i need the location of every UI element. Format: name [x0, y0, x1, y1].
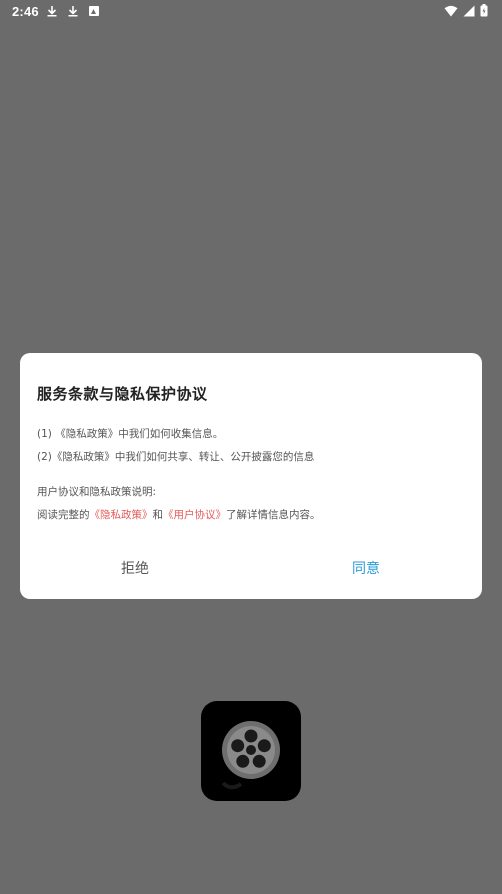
photo-icon [89, 6, 99, 16]
user-agreement-link[interactable]: 《用户协议》 [163, 509, 226, 521]
status-time: 2:46 [12, 4, 39, 19]
battery-icon [480, 4, 488, 17]
wifi-icon [444, 5, 458, 16]
privacy-policy-link[interactable]: 《隐私政策》 [90, 509, 153, 521]
download-icon [47, 6, 57, 17]
read-conjunction: 和 [152, 509, 164, 521]
refuse-button[interactable]: 拒绝 [45, 555, 225, 581]
read-prefix: 阅读完整的 [37, 509, 90, 521]
privacy-dialog: 服务条款与隐私保护协议 (1) 《隐私政策》中我们如何收集信息。 (2)《隐私政… [20, 353, 482, 599]
notification-icons [46, 5, 100, 17]
system-icons [444, 4, 488, 17]
read-suffix: 了解详情信息内容。 [226, 509, 321, 521]
signal-icon [463, 5, 475, 16]
screen: 2:46 服务条款与隐私保护协议 (1) 《隐私政策》中我们如何收集信息。 (2… [0, 0, 502, 894]
agreement-heading: 用户协议和隐私政策说明: [37, 486, 157, 498]
privacy-collect-line: (1) 《隐私政策》中我们如何收集信息。 [37, 428, 224, 440]
status-bar: 2:46 [0, 0, 502, 24]
download-icon [68, 6, 78, 17]
app-icon [201, 701, 301, 801]
film-reel-icon [221, 721, 280, 790]
dialog-title: 服务条款与隐私保护协议 [37, 385, 208, 403]
agree-button[interactable]: 同意 [276, 555, 456, 581]
privacy-share-line: (2)《隐私政策》中我们如何共享、转让、公开披露您的信息 [37, 451, 315, 463]
read-full-line: 阅读完整的《隐私政策》和《用户协议》了解详情信息内容。 [37, 507, 321, 522]
